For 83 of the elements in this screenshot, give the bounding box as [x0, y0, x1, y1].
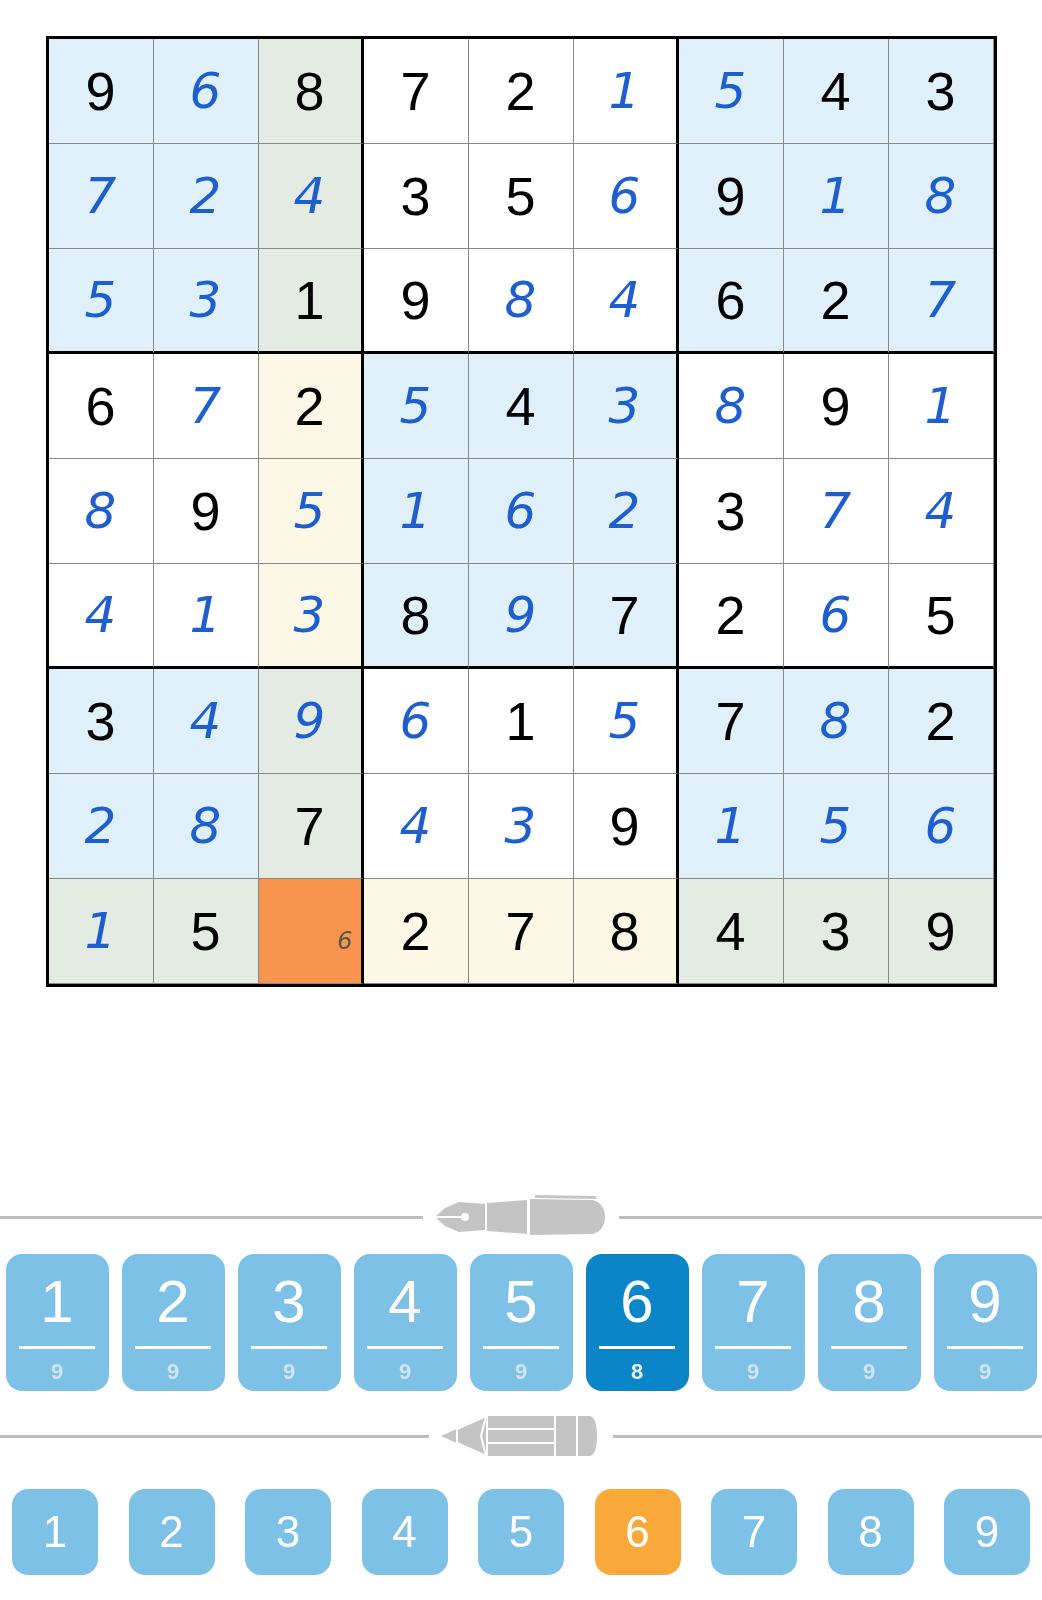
digit-key[interactable]: 6 8	[585, 1254, 689, 1391]
board-cell[interactable]: 8	[573, 879, 679, 984]
board-cell[interactable]: 7	[363, 39, 469, 144]
board-cell[interactable]: 2	[468, 39, 574, 144]
board-cell[interactable]: 3	[573, 354, 679, 459]
board-cell[interactable]: 6	[888, 774, 994, 879]
board-cell[interactable]: 6	[153, 39, 259, 144]
board-cell[interactable]: 6	[573, 144, 679, 249]
board-cell[interactable]: 7	[783, 459, 889, 564]
board-cell[interactable]: 4	[678, 879, 784, 984]
board-cell[interactable]: 1	[573, 39, 679, 144]
board-cell[interactable]: 4	[783, 39, 889, 144]
board-cell[interactable]: 7	[48, 144, 154, 249]
board-cell[interactable]: 4	[888, 459, 994, 564]
board-cell[interactable]: 9	[258, 669, 364, 774]
board-cell[interactable]: 9	[48, 39, 154, 144]
board-cell[interactable]: 2	[48, 774, 154, 879]
board-cell[interactable]: 6	[363, 669, 469, 774]
board-cell[interactable]: 1	[783, 144, 889, 249]
board-cell[interactable]: 6	[678, 249, 784, 354]
board-cell[interactable]: 2	[783, 249, 889, 354]
board-cell[interactable]: 5	[783, 774, 889, 879]
board-cell[interactable]: 3	[153, 249, 259, 354]
board-cell[interactable]: 1	[468, 669, 574, 774]
board-cell[interactable]: 6	[783, 564, 889, 669]
board-cell[interactable]: 9	[888, 879, 994, 984]
board-cell[interactable]: 9	[468, 564, 574, 669]
board-cell[interactable]: 3	[363, 144, 469, 249]
board-cell[interactable]: 2	[678, 564, 784, 669]
board-cell[interactable]: 4	[258, 144, 364, 249]
board-cell[interactable]: 8	[363, 564, 469, 669]
board-cell[interactable]: 7	[888, 249, 994, 354]
board-cell[interactable]: 4	[468, 354, 574, 459]
board-cell[interactable]: 5	[468, 144, 574, 249]
board-cell[interactable]: 4	[153, 669, 259, 774]
board-cell[interactable]: 4	[363, 774, 469, 879]
board-cell[interactable]: 5	[153, 879, 259, 984]
board-cell[interactable]: 1	[888, 354, 994, 459]
board-cell[interactable]: 1	[678, 774, 784, 879]
board-cell[interactable]: 2	[363, 879, 469, 984]
board-cell[interactable]: 9	[573, 774, 679, 879]
board-cell[interactable]: 8	[888, 144, 994, 249]
board-cell[interactable]: 1	[48, 879, 154, 984]
pencil-mark: 6	[337, 927, 353, 955]
board-cell[interactable]: 8	[678, 354, 784, 459]
board-cell[interactable]: 6	[48, 354, 154, 459]
board-cell[interactable]: 8	[258, 39, 364, 144]
board-cell[interactable]: 3	[888, 39, 994, 144]
board-cell[interactable]: 8	[153, 774, 259, 879]
board-cell[interactable]: 5	[888, 564, 994, 669]
board-cell[interactable]: 9	[153, 459, 259, 564]
board-cell[interactable]: 7	[573, 564, 679, 669]
board-cell[interactable]: 6	[258, 879, 364, 984]
board-cell[interactable]: 9	[783, 354, 889, 459]
board-cell[interactable]: 4	[573, 249, 679, 354]
board-cell[interactable]: 1	[363, 459, 469, 564]
board-cell[interactable]: 9	[363, 249, 469, 354]
board-cell[interactable]: 7	[468, 879, 574, 984]
board-cell[interactable]: 2	[888, 669, 994, 774]
board-cell[interactable]: 5	[363, 354, 469, 459]
board-cell[interactable]: 7	[678, 669, 784, 774]
board-cell[interactable]: 2	[573, 459, 679, 564]
board-cell[interactable]: 3	[783, 879, 889, 984]
board-cell[interactable]: 6	[468, 459, 574, 564]
board-cell[interactable]: 5	[48, 249, 154, 354]
board-cell[interactable]: 3	[258, 564, 364, 669]
board-cell[interactable]: 7	[153, 354, 259, 459]
board-cell[interactable]: 2	[153, 144, 259, 249]
board-cell[interactable]: 5	[678, 39, 784, 144]
board-cell[interactable]: 5	[573, 669, 679, 774]
board-cell[interactable]: 3	[678, 459, 784, 564]
board-cell[interactable]: 2	[258, 354, 364, 459]
board-cell[interactable]: 5	[258, 459, 364, 564]
board-cell[interactable]: 1	[258, 249, 364, 354]
board-cell[interactable]: 8	[783, 669, 889, 774]
board-cell[interactable]: 8	[48, 459, 154, 564]
board-cell[interactable]: 7	[258, 774, 364, 879]
board-cell[interactable]: 3	[48, 669, 154, 774]
board-cell[interactable]: 1	[153, 564, 259, 669]
board-cell[interactable]: 8	[468, 249, 574, 354]
board-cell[interactable]: 9	[678, 144, 784, 249]
board-cell[interactable]: 4	[48, 564, 154, 669]
board-cell[interactable]: 3	[468, 774, 574, 879]
